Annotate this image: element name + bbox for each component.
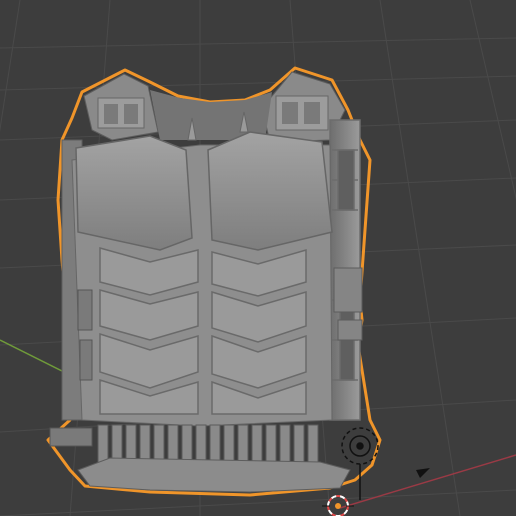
- right-chest-plate: [207, 131, 333, 251]
- base-plate: [77, 457, 351, 493]
- 3d-viewport[interactable]: [0, 0, 516, 516]
- right-side-pouch: [333, 267, 363, 341]
- left-chest-plate: [75, 135, 193, 251]
- vest-armor-object[interactable]: [46, 66, 382, 497]
- cursor-arrow-icon: [416, 468, 430, 478]
- viewport-canvas[interactable]: [0, 0, 516, 516]
